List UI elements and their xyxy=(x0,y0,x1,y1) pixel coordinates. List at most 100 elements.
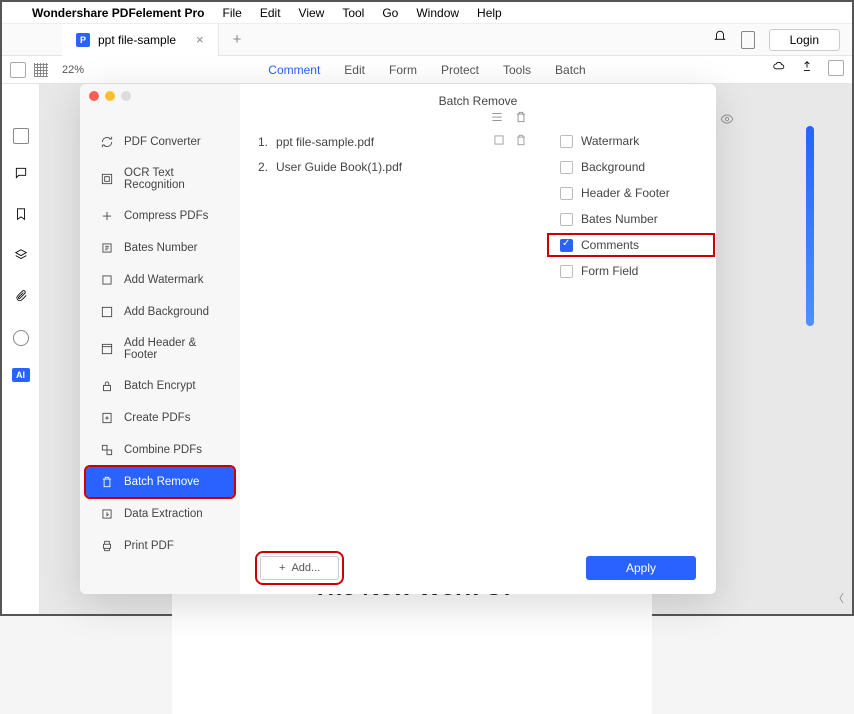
device-icon[interactable] xyxy=(741,31,755,49)
delete-all-icon[interactable] xyxy=(514,110,528,127)
tab-document[interactable]: ppt file-sample × xyxy=(62,24,219,56)
cloud-icon[interactable] xyxy=(772,60,786,79)
sidebar-item-add-header-footer[interactable]: Add Header & Footer xyxy=(86,329,234,369)
checkbox-icon[interactable] xyxy=(560,265,573,278)
tab-close-icon[interactable]: × xyxy=(196,32,204,47)
login-button[interactable]: Login xyxy=(769,29,840,51)
bell-icon[interactable] xyxy=(713,30,727,49)
tab-title: ppt file-sample xyxy=(98,33,176,47)
sidebar-item-label: Data Extraction xyxy=(124,508,203,520)
zoom-level[interactable]: 22% xyxy=(62,64,84,76)
file-name: User Guide Book(1).pdf xyxy=(276,160,528,174)
modal-title: Batch Remove xyxy=(240,84,716,118)
file-delete-icon[interactable] xyxy=(514,133,528,150)
menu-go[interactable]: Go xyxy=(382,6,398,20)
checkbox-icon[interactable] xyxy=(560,187,573,200)
file-number: 1. xyxy=(258,135,268,149)
tab-add-button[interactable]: + xyxy=(219,31,256,48)
watermark-icon xyxy=(100,273,114,287)
attachment-icon[interactable] xyxy=(14,289,28,308)
toolbar-tab-edit[interactable]: Edit xyxy=(344,63,365,77)
toolbar-tabs: Comment Edit Form Protect Tools Batch xyxy=(268,63,585,77)
toolbar-tab-form[interactable]: Form xyxy=(389,63,417,77)
file-info-icon[interactable] xyxy=(492,133,506,150)
sidebar-item-label: Add Header & Footer xyxy=(124,337,220,361)
sidebar-item-pdf-converter[interactable]: PDF Converter xyxy=(86,127,234,157)
bookmark-icon[interactable] xyxy=(14,207,28,226)
sidebar-toggle-icon[interactable] xyxy=(10,62,26,78)
toolbar-tab-tools[interactable]: Tools xyxy=(503,63,531,77)
menu-window[interactable]: Window xyxy=(416,6,459,20)
sidebar-item-label: Create PDFs xyxy=(124,412,190,424)
option-background[interactable]: Background xyxy=(546,154,716,180)
toolbar-tab-batch[interactable]: Batch xyxy=(555,63,586,77)
batch-modal: PDF ConverterOCR Text Recognition Compres… xyxy=(80,84,716,594)
option-form-field[interactable]: Form Field xyxy=(546,258,716,284)
file-list: 1. ppt file-sample.pdf 2. User Guide Book(1… xyxy=(240,118,546,544)
option-watermark[interactable]: Watermark xyxy=(546,128,716,154)
sidebar-item-compress-pdfs[interactable]: Compress PDFs xyxy=(86,201,234,231)
refresh-icon xyxy=(100,135,114,149)
thumbnails-icon[interactable] xyxy=(13,128,29,144)
checkbox-icon[interactable] xyxy=(560,213,573,226)
sidebar-item-add-background[interactable]: Add Background xyxy=(86,297,234,327)
chevron-left-icon[interactable]: 〈 xyxy=(833,590,844,606)
background-icon xyxy=(100,305,114,319)
sidebar-item-data-extraction[interactable]: Data Extraction xyxy=(86,499,234,529)
eye-icon[interactable] xyxy=(720,112,734,131)
sidebar-item-batch-remove[interactable]: Batch Remove xyxy=(86,467,234,497)
menu-tool[interactable]: Tool xyxy=(342,6,364,20)
sidebar-item-combine-pdfs[interactable]: Combine PDFs xyxy=(86,435,234,465)
app-name[interactable]: Wondershare PDFelement Pro xyxy=(32,6,205,20)
file-name: ppt file-sample.pdf xyxy=(276,135,492,149)
close-window-icon[interactable] xyxy=(89,91,99,101)
compress-icon xyxy=(100,209,114,223)
checkbox-icon[interactable] xyxy=(560,161,573,174)
search-panel-icon[interactable] xyxy=(13,330,29,346)
sidebar-item-ocr-text-recognition[interactable]: OCR Text Recognition xyxy=(86,159,234,199)
left-sidebar: AI xyxy=(2,84,40,614)
menu-help[interactable]: Help xyxy=(477,6,502,20)
toolbar-tab-protect[interactable]: Protect xyxy=(441,63,479,77)
sidebar-item-label: Add Background xyxy=(124,306,209,318)
toolbar: 22% Comment Edit Form Protect Tools Batc… xyxy=(2,56,852,84)
ai-icon[interactable]: AI xyxy=(12,368,30,382)
sidebar-item-bates-number[interactable]: Bates Number xyxy=(86,233,234,263)
menu-view[interactable]: View xyxy=(299,6,325,20)
bg-decoration xyxy=(806,126,814,326)
modal-sidebar: PDF ConverterOCR Text Recognition Compres… xyxy=(80,84,240,594)
option-header-footer[interactable]: Header & Footer xyxy=(546,180,716,206)
sidebar-item-batch-encrypt[interactable]: Batch Encrypt xyxy=(86,371,234,401)
list-view-icon[interactable] xyxy=(490,110,504,127)
panel-icon[interactable] xyxy=(828,60,844,76)
menu-file[interactable]: File xyxy=(223,6,242,20)
option-bates-number[interactable]: Bates Number xyxy=(546,206,716,232)
sidebar-item-label: Add Watermark xyxy=(124,274,203,286)
bates-icon xyxy=(100,241,114,255)
apply-button[interactable]: Apply xyxy=(586,556,696,580)
trash-icon xyxy=(100,475,114,489)
share-icon[interactable] xyxy=(800,60,814,79)
file-row[interactable]: 1. ppt file-sample.pdf xyxy=(258,128,528,155)
minimize-window-icon[interactable] xyxy=(105,91,115,101)
file-row[interactable]: 2. User Guide Book(1).pdf xyxy=(258,155,528,179)
sidebar-item-add-watermark[interactable]: Add Watermark xyxy=(86,265,234,295)
comment-panel-icon[interactable] xyxy=(14,166,28,185)
modal-footer: +Add... Apply xyxy=(240,544,716,594)
sidebar-item-label: Compress PDFs xyxy=(124,210,208,222)
maximize-window-icon[interactable] xyxy=(121,91,131,101)
option-comments[interactable]: Comments xyxy=(548,234,714,256)
toolbar-tab-comment[interactable]: Comment xyxy=(268,63,320,77)
grid-icon[interactable] xyxy=(34,63,48,77)
main-area: AI The New Work Of PDF ConverterOCR Text… xyxy=(2,84,852,614)
layers-icon[interactable] xyxy=(14,248,28,267)
options-panel: WatermarkBackgroundHeader & Footer Bates … xyxy=(546,118,716,544)
sidebar-item-print-pdf[interactable]: Print PDF xyxy=(86,531,234,561)
checkbox-icon[interactable] xyxy=(560,239,573,252)
sidebar-item-create-pdfs[interactable]: Create PDFs xyxy=(86,403,234,433)
file-number: 2. xyxy=(258,160,268,174)
menu-edit[interactable]: Edit xyxy=(260,6,281,20)
option-label: Bates Number xyxy=(581,212,658,226)
add-file-button[interactable]: +Add... xyxy=(260,556,339,580)
checkbox-icon[interactable] xyxy=(560,135,573,148)
